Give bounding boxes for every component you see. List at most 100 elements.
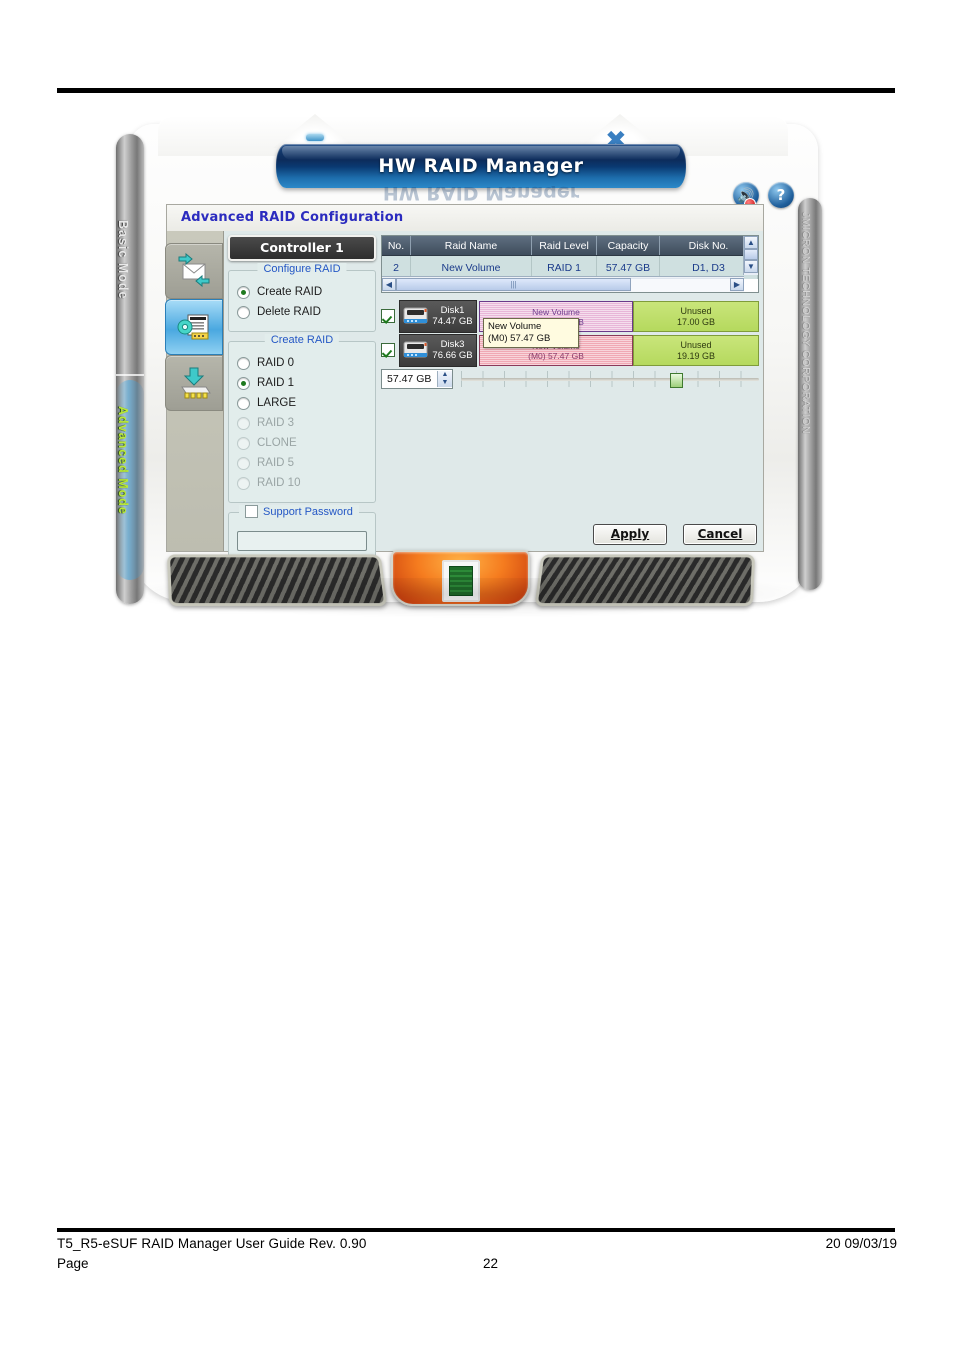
mode-label-basic[interactable]: Basic Mode bbox=[116, 220, 130, 299]
radio-indicator bbox=[237, 356, 250, 370]
radio-raid-0[interactable]: RAID 0 bbox=[237, 354, 367, 372]
radio-indicator bbox=[237, 305, 250, 319]
col-raid-level: Raid Level bbox=[531, 236, 597, 256]
radio-clone: CLONE bbox=[237, 434, 367, 452]
main-content: Controller 1 Configure RAID Create RAID … bbox=[224, 231, 763, 560]
window-titlebar: Advanced RAID Configuration bbox=[167, 205, 763, 232]
create-raid-group-title: Create RAID bbox=[264, 334, 340, 346]
col-no: No. bbox=[382, 236, 411, 256]
scroll-track-horizontal[interactable] bbox=[631, 277, 730, 292]
unused-segment[interactable]: Unused 19.19 GB bbox=[633, 334, 759, 366]
chevron-up-icon[interactable]: ▲ bbox=[744, 236, 758, 249]
col-capacity: Capacity bbox=[596, 236, 660, 256]
capacity-stepper[interactable]: 57.47 GB ▲ ▼ bbox=[381, 369, 453, 389]
support-password-title: Support Password bbox=[239, 505, 359, 518]
spinner-up-icon[interactable]: ▲ bbox=[438, 371, 452, 379]
unused-label: Unused bbox=[680, 339, 712, 350]
sidebar-item-basic-raid[interactable] bbox=[165, 243, 223, 299]
brand-text: JMICRON TECHNOLOGY CORPORATION bbox=[800, 212, 812, 435]
controller-button[interactable]: Controller 1 bbox=[228, 235, 376, 261]
volume-name: New Volume bbox=[532, 306, 580, 317]
page-bottom-rule bbox=[57, 1228, 895, 1232]
cancel-label: Cancel bbox=[697, 527, 743, 541]
cancel-button[interactable]: Cancel bbox=[683, 524, 757, 545]
footer-page-number: 22 bbox=[483, 1256, 499, 1271]
hard-disk-icon bbox=[403, 307, 428, 324]
disk-card[interactable]: Disk1 74.47 GB bbox=[399, 299, 477, 333]
disk-capacity: 74.47 GB bbox=[432, 316, 473, 327]
unused-segment[interactable]: Unused 17.00 GB bbox=[633, 300, 759, 332]
device-shadow bbox=[118, 578, 818, 618]
volume-tooltip: New Volume (M0) 57.47 GB bbox=[483, 318, 579, 348]
sidebar-item-advanced-raid[interactable] bbox=[165, 299, 223, 355]
mode-rail-left bbox=[116, 134, 144, 604]
configure-raid-group-title: Configure RAID bbox=[257, 263, 347, 275]
footer-document-title: T5_R5-eSUF RAID Manager User Guide Rev. … bbox=[57, 1236, 367, 1251]
radio-indicator bbox=[237, 436, 250, 450]
disk-card[interactable]: Disk3 76.66 GB bbox=[399, 333, 477, 367]
radio-label: CLONE bbox=[257, 437, 297, 449]
spinner-down-icon[interactable]: ▼ bbox=[438, 379, 452, 387]
radio-label: Create RAID bbox=[257, 286, 323, 298]
tooltip-line1: New Volume bbox=[488, 321, 542, 332]
raid-table: No. Raid Name Raid Level Capacity Disk N… bbox=[381, 235, 759, 293]
gear-document-icon bbox=[177, 314, 209, 340]
sidebar bbox=[165, 231, 224, 551]
banner-reflection: HW RAID Manager bbox=[382, 186, 580, 204]
slider-thumb[interactable] bbox=[669, 373, 683, 388]
raid-detail-panel: No. Raid Name Raid Level Capacity Disk N… bbox=[381, 235, 759, 389]
capacity-value: 57.47 GB bbox=[387, 373, 432, 385]
table-vertical-scrollbar[interactable]: ▲ ▼ bbox=[743, 236, 758, 275]
page-title: Advanced RAID Configuration bbox=[181, 210, 404, 225]
page-top-rule bbox=[57, 88, 895, 93]
disk-name: Disk3 bbox=[440, 339, 465, 350]
mode-divider bbox=[116, 374, 144, 376]
password-input[interactable] bbox=[237, 531, 367, 551]
action-buttons: Apply Cancel bbox=[593, 524, 757, 545]
table-horizontal-scrollbar[interactable]: ◀ ||| ▶ bbox=[382, 276, 744, 292]
radio-indicator bbox=[237, 416, 250, 430]
table-header-row: No. Raid Name Raid Level Capacity Disk N… bbox=[382, 236, 758, 256]
radio-indicator bbox=[237, 376, 250, 390]
disk-checkbox[interactable] bbox=[381, 343, 395, 357]
support-password-checkbox[interactable] bbox=[245, 505, 258, 518]
capacity-control-row: 57.47 GB ▲ ▼ bbox=[381, 369, 759, 389]
radio-indicator bbox=[237, 285, 250, 299]
chevron-down-icon[interactable]: ▼ bbox=[744, 260, 758, 273]
help-icon[interactable]: ? bbox=[768, 182, 794, 208]
disk-capacity: 76.66 GB bbox=[432, 350, 473, 361]
app-banner: HW RAID Manager bbox=[276, 144, 686, 188]
hard-disk-icon bbox=[403, 341, 428, 358]
apply-label: Apply bbox=[610, 527, 650, 541]
capacity-slider[interactable] bbox=[461, 370, 759, 388]
download-chip-icon bbox=[181, 367, 211, 399]
banner-title: HW RAID Manager bbox=[378, 155, 584, 177]
disk-name: Disk1 bbox=[440, 305, 465, 316]
scroll-thumb-horizontal[interactable]: ||| bbox=[396, 278, 631, 291]
radio-delete-raid[interactable]: Delete RAID bbox=[237, 303, 367, 321]
apply-button[interactable]: Apply bbox=[593, 524, 667, 545]
stepper-arrows[interactable]: ▲ ▼ bbox=[437, 371, 452, 387]
mode-label-advanced[interactable]: Advanced Mode bbox=[116, 406, 130, 515]
radio-raid-10: RAID 10 bbox=[237, 474, 367, 492]
radio-indicator bbox=[237, 456, 250, 470]
chevron-left-icon[interactable]: ◀ bbox=[382, 278, 396, 291]
tooltip-line2: (M0) 57.47 GB bbox=[488, 333, 551, 344]
disk-checkbox[interactable] bbox=[381, 309, 395, 323]
unused-size: 17.00 GB bbox=[676, 316, 716, 327]
scroll-thumb-vertical[interactable] bbox=[744, 249, 758, 260]
sidebar-item-firmware-update[interactable] bbox=[165, 355, 223, 411]
support-password-group: Support Password bbox=[228, 505, 376, 560]
radio-label: RAID 10 bbox=[257, 477, 301, 489]
chevron-right-icon[interactable]: ▶ bbox=[730, 278, 744, 291]
radio-raid-1[interactable]: RAID 1 bbox=[237, 374, 367, 392]
device-illustration: ✖ HW RAID Manager HW RAID Manager 🔊 ? Ba… bbox=[108, 112, 833, 622]
slider-track[interactable] bbox=[461, 378, 759, 381]
envelope-transfer-icon bbox=[178, 253, 210, 288]
create-raid-group: Create RAID RAID 0 RAID 1 LARGE RAID 3 C… bbox=[228, 334, 376, 503]
configure-raid-group: Configure RAID Create RAID Delete RAID bbox=[228, 263, 376, 332]
radio-large[interactable]: LARGE bbox=[237, 394, 367, 412]
radio-label: RAID 1 bbox=[257, 377, 295, 389]
radio-create-raid[interactable]: Create RAID bbox=[237, 283, 367, 301]
radio-label: RAID 3 bbox=[257, 417, 295, 429]
